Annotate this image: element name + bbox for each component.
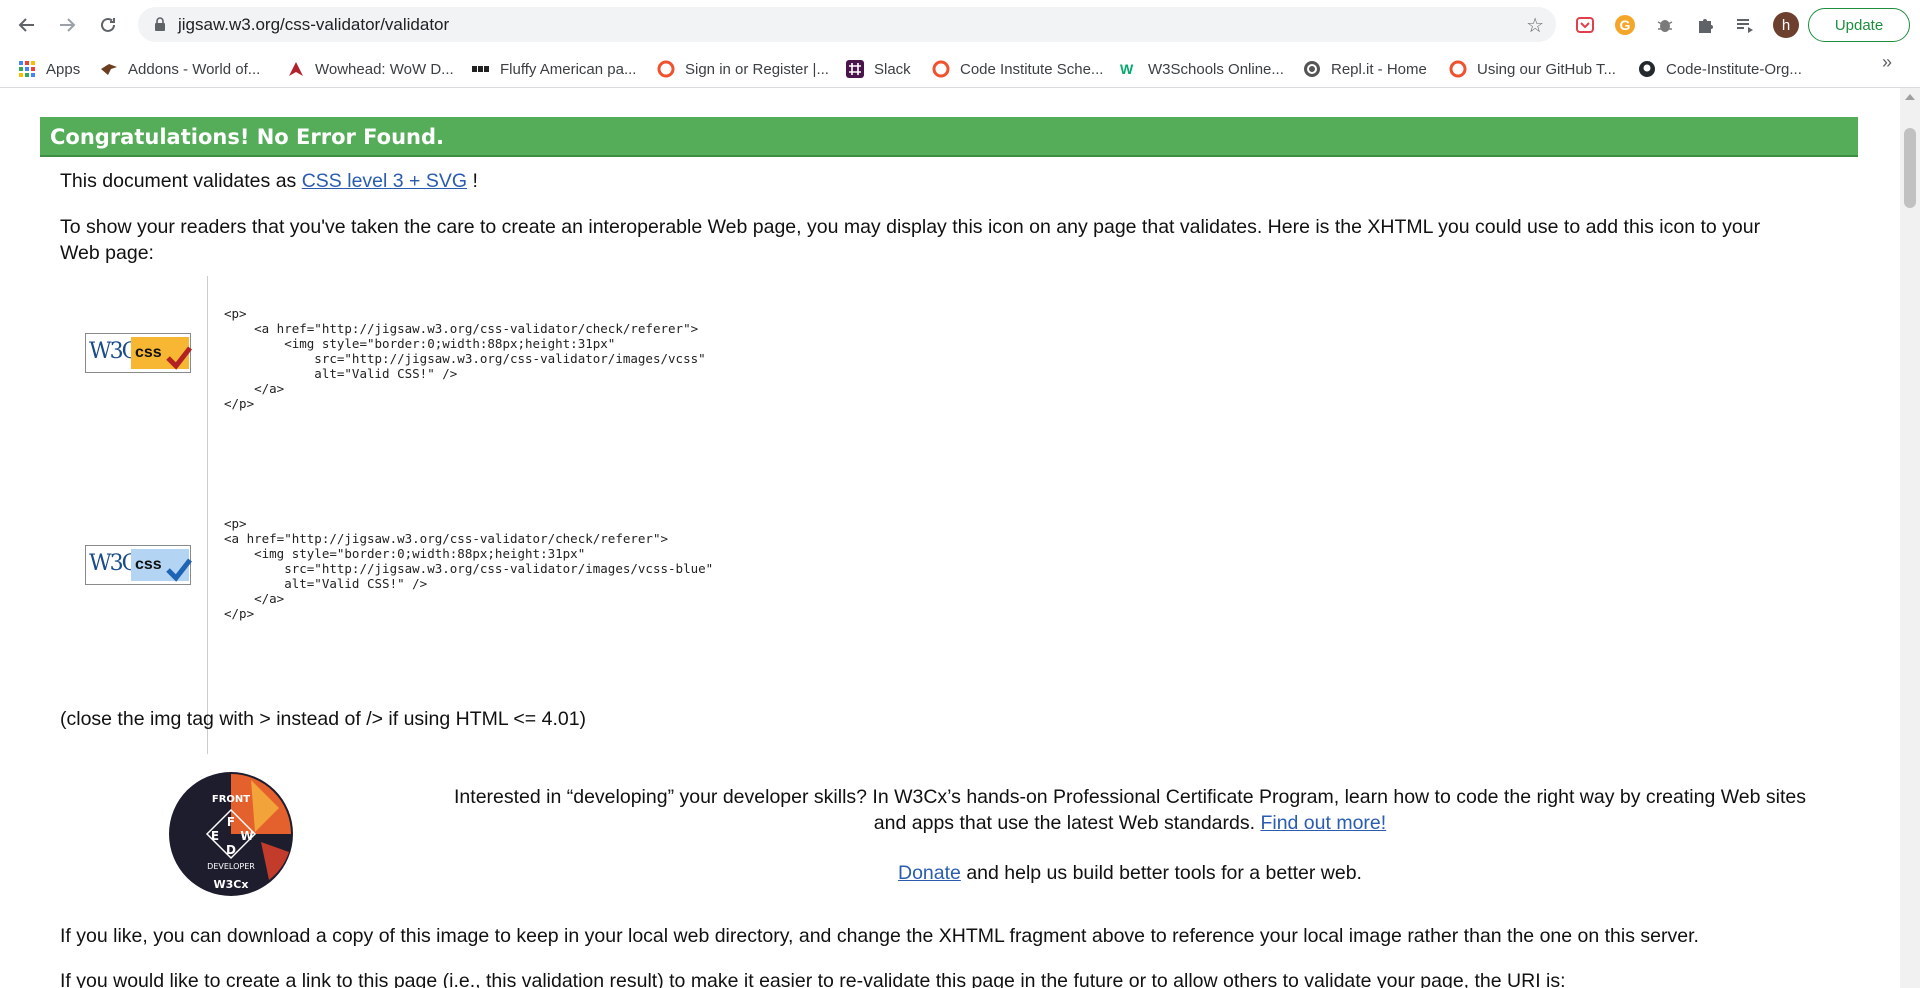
bookmark-label: Apps bbox=[46, 60, 81, 78]
grammarly-extension-icon[interactable]: G bbox=[1612, 12, 1638, 38]
close-tag-note: (close the img tag with > instead of /> … bbox=[60, 708, 587, 730]
bookmark-addons[interactable]: Addons - World of... bbox=[100, 56, 260, 82]
bookmark-label: Slack bbox=[874, 60, 911, 78]
back-button[interactable] bbox=[12, 10, 42, 40]
svg-text:W: W bbox=[1120, 61, 1134, 77]
forward-button[interactable] bbox=[52, 10, 82, 40]
svg-text:DEVELOPER: DEVELOPER bbox=[207, 862, 255, 871]
svg-text:D: D bbox=[226, 843, 236, 857]
css-badge-text: css bbox=[135, 344, 162, 361]
profile-avatar[interactable]: h bbox=[1773, 12, 1799, 38]
page-scrollbar[interactable] bbox=[1900, 88, 1920, 988]
promo-line-2: and apps that use the latest Web standar… bbox=[873, 812, 1256, 834]
url-text: jigsaw.w3.org/css-validator/validator bbox=[178, 15, 450, 34]
css-level-link[interactable]: CSS level 3 + SVG bbox=[302, 170, 467, 192]
bookmarks-more-chevron-icon[interactable]: » bbox=[1882, 52, 1892, 73]
intro-line-1: To show your readers that you've taken t… bbox=[60, 216, 1761, 238]
validates-suffix: ! bbox=[472, 170, 478, 192]
fewd-badge-icon: FRONT F E W D DEVELOPER W3Cx bbox=[171, 774, 291, 894]
bookmark-label: Code-Institute-Org... bbox=[1666, 60, 1802, 78]
success-title: Congratulations! No Error Found. bbox=[50, 125, 445, 149]
code-institute-icon bbox=[657, 60, 675, 78]
wowhead-icon bbox=[289, 62, 303, 76]
slack-icon bbox=[846, 60, 864, 78]
back-arrow-icon bbox=[18, 18, 34, 32]
addons-icon bbox=[101, 64, 117, 75]
svg-text:F: F bbox=[227, 815, 235, 829]
pocket-extension-icon[interactable] bbox=[1572, 12, 1598, 38]
bookmark-star-icon[interactable]: ☆ bbox=[1526, 13, 1544, 38]
find-out-more-link[interactable]: Find out more! bbox=[1260, 812, 1386, 834]
code-snippet-text: <p> <a href="http://jigsaw.w3.org/css-va… bbox=[224, 306, 706, 411]
bookmark-label: Repl.it - Home bbox=[1331, 60, 1427, 78]
code-institute-icon bbox=[932, 60, 950, 78]
bookmark-label: Fluffy American pa... bbox=[500, 60, 637, 78]
bbc-icon bbox=[472, 66, 489, 72]
svg-text:W: W bbox=[240, 829, 253, 843]
valid-css-badge: W3C css bbox=[85, 333, 192, 373]
bookmark-wowhead[interactable]: Wowhead: WoW D... bbox=[287, 56, 454, 82]
bookmark-label: Using our GitHub T... bbox=[1477, 60, 1616, 78]
bookmark-label: Code Institute Sche... bbox=[960, 60, 1104, 78]
reload-button[interactable] bbox=[93, 10, 123, 40]
github-icon bbox=[1639, 61, 1655, 77]
intro-line-2: Web page: bbox=[60, 242, 154, 264]
svg-text:G: G bbox=[1620, 17, 1631, 33]
address-bar[interactable]: jigsaw.w3.org/css-validator/validator ☆ bbox=[138, 7, 1556, 42]
w3c-logo-text: W3C bbox=[89, 551, 138, 576]
svg-text:E: E bbox=[211, 829, 219, 843]
red-checkmark-icon bbox=[166, 346, 192, 370]
w3schools-icon: W bbox=[1120, 61, 1134, 77]
success-banner: Congratulations! No Error Found. bbox=[40, 117, 1858, 157]
code-snippet-text: <p> <a href="http://jigsaw.w3.org/css-va… bbox=[224, 516, 714, 621]
forward-arrow-icon bbox=[60, 18, 76, 32]
bookmark-label: W3Schools Online... bbox=[1148, 60, 1284, 78]
validates-prefix: This document validates as bbox=[60, 170, 297, 192]
puzzle-extensions-icon[interactable] bbox=[1692, 12, 1718, 38]
intro-paragraph: To show your readers that you've taken t… bbox=[60, 214, 1860, 266]
code-institute-icon bbox=[1449, 60, 1467, 78]
lock-icon bbox=[155, 17, 165, 31]
download-note: If you like, you can download a copy of … bbox=[60, 925, 1699, 947]
update-button[interactable]: Update bbox=[1808, 8, 1910, 42]
bookmark-code-institute[interactable]: Code Institute Sche... bbox=[932, 56, 1103, 82]
front-end-web-developer-logo[interactable]: FRONT F E W D DEVELOPER W3Cx bbox=[169, 772, 293, 896]
bookmark-sign-in[interactable]: Sign in or Register |... bbox=[657, 56, 829, 82]
promo-line-1: Interested in “developing” your develope… bbox=[454, 786, 1806, 808]
bookmark-label: Sign in or Register |... bbox=[685, 60, 829, 78]
bookmark-label: Addons - World of... bbox=[128, 60, 261, 78]
bug-extension-icon[interactable] bbox=[1652, 12, 1678, 38]
valid-css-blue-badge: W3C css bbox=[85, 545, 192, 585]
svg-text:FRONT: FRONT bbox=[212, 794, 250, 805]
link-note: If you would like to create a link to th… bbox=[60, 970, 1566, 988]
apps-grid-icon bbox=[19, 61, 35, 77]
w3cx-promo: Interested in “developing” your develope… bbox=[430, 784, 1830, 836]
bookmark-code-institute-org[interactable]: Code-Institute-Org... bbox=[1638, 56, 1802, 82]
bookmark-apps[interactable]: Apps bbox=[18, 56, 80, 82]
media-queue-icon[interactable] bbox=[1732, 12, 1758, 38]
replit-icon bbox=[1304, 61, 1320, 77]
bookmark-fluffy[interactable]: Fluffy American pa... bbox=[472, 56, 636, 82]
bookmark-label: Wowhead: WoW D... bbox=[315, 60, 454, 78]
donate-link[interactable]: Donate bbox=[898, 862, 961, 884]
reload-icon bbox=[101, 17, 115, 32]
css-badge-text: css bbox=[135, 556, 162, 573]
svg-text:W3Cx: W3Cx bbox=[214, 878, 249, 891]
browser-toolbar: jigsaw.w3.org/css-validator/validator ☆ … bbox=[0, 0, 1920, 50]
donate-paragraph: Donate and help us build better tools fo… bbox=[430, 862, 1830, 885]
validator-page: Congratulations! No Error Found. This do… bbox=[0, 88, 1900, 988]
scroll-up-arrow-icon[interactable] bbox=[1905, 94, 1915, 100]
bookmark-w3schools[interactable]: W W3Schools Online... bbox=[1120, 56, 1284, 82]
donate-text: and help us build better tools for a bet… bbox=[966, 862, 1362, 884]
browser-chrome: jigsaw.w3.org/css-validator/validator ☆ … bbox=[0, 0, 1920, 88]
bookmarks-bar: Apps Addons - World of... Wowhead: WoW D… bbox=[0, 50, 1920, 88]
bookmark-slack[interactable]: Slack bbox=[846, 56, 911, 82]
bookmark-replit[interactable]: Repl.it - Home bbox=[1303, 56, 1427, 82]
bookmark-github-t[interactable]: Using our GitHub T... bbox=[1449, 56, 1616, 82]
scrollbar-thumb[interactable] bbox=[1904, 128, 1916, 208]
validates-paragraph: This document validates as CSS level 3 +… bbox=[60, 168, 478, 194]
w3c-logo-text: W3C bbox=[89, 339, 138, 364]
blue-checkmark-icon bbox=[166, 558, 192, 582]
